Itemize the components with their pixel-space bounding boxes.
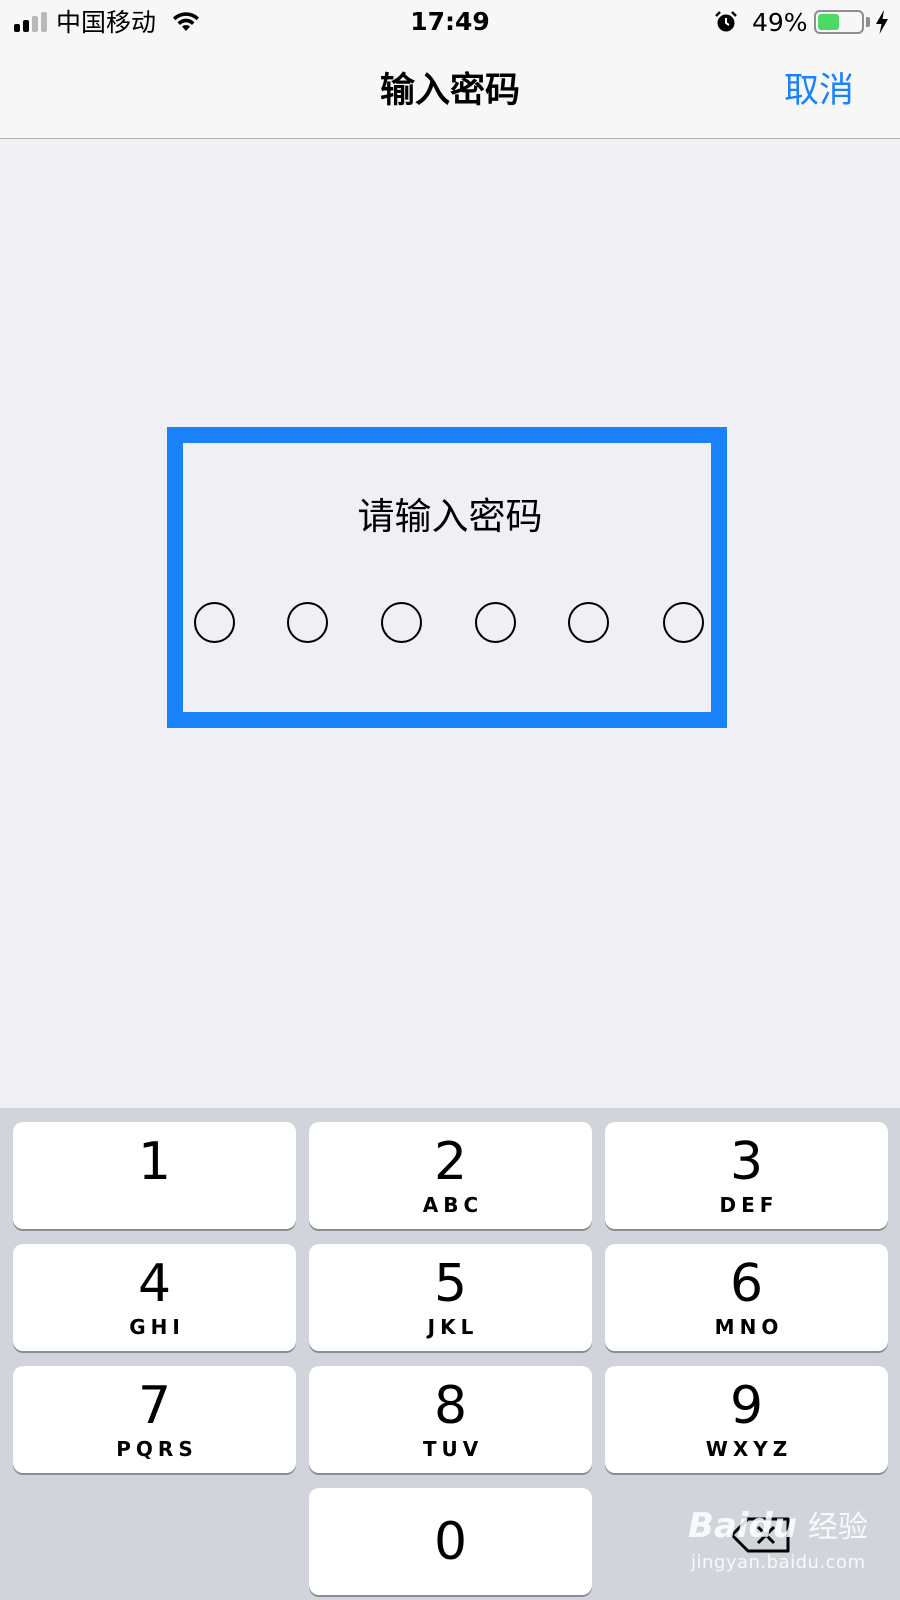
key-digit: 7 [137, 1376, 172, 1436]
key-8[interactable]: 8 TUV [309, 1366, 592, 1473]
key-2[interactable]: 2 ABC [309, 1122, 592, 1229]
key-digit: 1 [137, 1132, 172, 1192]
watermark-brand: Baidu [688, 1506, 798, 1546]
key-letters: TUV [422, 1437, 484, 1461]
key-5[interactable]: 5 JKL [309, 1244, 592, 1351]
watermark-suffix: 经验 [808, 1510, 868, 1545]
key-digit: 2 [433, 1132, 468, 1192]
key-digit: 6 [729, 1254, 764, 1314]
key-letters: WXYZ [705, 1437, 793, 1461]
key-digit: 8 [433, 1376, 468, 1436]
passcode-dot [287, 602, 328, 643]
key-4[interactable]: 4 GHI [13, 1244, 296, 1351]
watermark-url: jingyan.baidu.com [691, 1552, 866, 1573]
passcode-dot [475, 602, 516, 643]
cancel-button[interactable]: 取消 [784, 68, 854, 114]
key-0[interactable]: 0 [309, 1488, 592, 1595]
watermark: Baidu 经验 jingyan.baidu.com [688, 1500, 888, 1590]
key-letters: JKL [427, 1315, 479, 1339]
battery-level-fill [818, 14, 839, 30]
key-3[interactable]: 3 DEF [605, 1122, 888, 1229]
highlight-frame [167, 427, 727, 728]
key-digit: 3 [729, 1132, 764, 1192]
key-letters: DEF [719, 1193, 779, 1217]
battery-percent: 49% [752, 8, 808, 37]
alarm-icon [714, 10, 738, 38]
key-letters: ABC [422, 1193, 484, 1217]
key-7[interactable]: 7 PQRS [13, 1366, 296, 1473]
key-letters: PQRS [116, 1437, 198, 1461]
key-digit: 4 [137, 1254, 172, 1314]
key-letters: GHI [129, 1315, 185, 1339]
key-digit: 5 [433, 1254, 468, 1314]
key-1[interactable]: 1 [13, 1122, 296, 1229]
status-bar: 中国移动 17:49 49% [0, 0, 900, 46]
key-6[interactable]: 6 MNO [605, 1244, 888, 1351]
key-9[interactable]: 9 WXYZ [605, 1366, 888, 1473]
passcode-dot [568, 602, 609, 643]
battery-cap [866, 17, 870, 27]
battery-icon [814, 10, 864, 34]
passcode-dot [663, 602, 704, 643]
key-letters: MNO [714, 1315, 784, 1339]
passcode-dot [194, 602, 235, 643]
key-digit: 9 [729, 1376, 764, 1436]
page-title: 输入密码 [379, 71, 520, 111]
passcode-dots [0, 602, 900, 644]
charging-icon [874, 9, 890, 39]
passcode-prompt: 请输入密码 [357, 495, 543, 538]
navigation-bar: 输入密码 取消 [0, 46, 900, 139]
key-digit: 0 [433, 1512, 468, 1572]
passcode-dot [381, 602, 422, 643]
